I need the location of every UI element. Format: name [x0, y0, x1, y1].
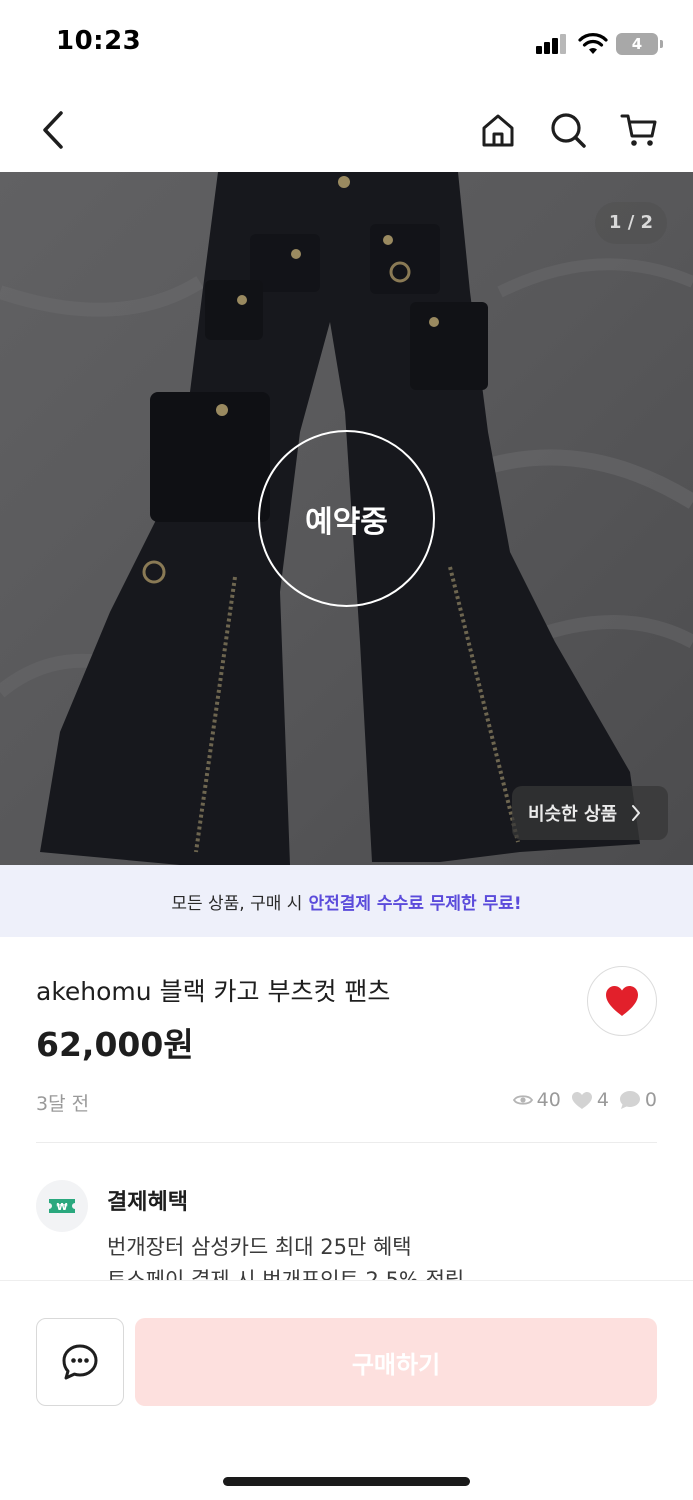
bottom-action-bar: 구매하기	[0, 1280, 693, 1500]
signal-icon	[536, 34, 568, 54]
chat-count: 0	[619, 1089, 657, 1111]
chat-button[interactable]	[36, 1318, 124, 1406]
similar-products-label: 비슷한 상품	[528, 804, 618, 825]
chevron-left-icon	[43, 111, 63, 149]
battery-indicator: 4	[616, 33, 663, 55]
home-icon	[482, 114, 514, 147]
heart-icon	[606, 986, 638, 1016]
like-count: 4	[571, 1089, 609, 1111]
reserved-status-badge: 예약중	[258, 430, 435, 607]
status-time: 10:23	[56, 26, 142, 56]
eye-icon	[512, 1095, 533, 1105]
promo-highlight: 안전결제 수수료 무제한 무료!	[308, 893, 522, 914]
view-count: 40	[512, 1089, 561, 1111]
search-icon	[551, 113, 586, 148]
top-nav-bar	[0, 88, 693, 172]
like-button[interactable]	[587, 966, 657, 1036]
product-price: 62,000원	[36, 1025, 194, 1064]
won-coupon-icon: ₩	[49, 1199, 75, 1213]
promo-text: 모든 상품, 구매 시	[171, 893, 303, 914]
image-counter: 1 / 2	[595, 202, 667, 244]
product-title: akehomu 블랙 카고 부츠컷 팬츠	[36, 977, 391, 1006]
view-count-value: 40	[536, 1089, 561, 1111]
cart-icon	[620, 114, 657, 146]
home-button[interactable]	[476, 108, 520, 152]
benefit-line-2: 토스페이 결제 시 번개포인트 2.5% 적립	[107, 1268, 465, 1280]
section-divider	[36, 1142, 657, 1143]
buy-button[interactable]: 구매하기	[135, 1318, 657, 1406]
chat-bubble-icon	[619, 1091, 640, 1109]
payment-benefit-icon: ₩	[36, 1180, 88, 1232]
chat-icon	[62, 1344, 98, 1380]
chevron-right-icon	[632, 805, 641, 821]
product-stats: 40 4 0	[512, 1089, 657, 1111]
benefit-line-1: 번개장터 삼성카드 최대 25만 혜택	[107, 1235, 412, 1259]
cart-button[interactable]	[617, 108, 661, 152]
home-indicator	[223, 1477, 470, 1486]
wifi-icon	[578, 32, 608, 60]
similar-products-button[interactable]: 비슷한 상품	[512, 786, 668, 840]
heart-outline-icon	[571, 1091, 592, 1109]
post-time: 3달 전	[36, 1093, 90, 1115]
product-image[interactable]: 1 / 2 예약중 비슷한 상품	[0, 172, 693, 865]
svg-text:₩: ₩	[56, 1202, 67, 1213]
chat-count-value: 0	[644, 1089, 657, 1111]
benefit-title: 결제혜택	[107, 1190, 188, 1215]
promo-banner[interactable]: 모든 상품, 구매 시 안전결제 수수료 무제한 무료!	[0, 865, 693, 937]
like-count-value: 4	[596, 1089, 609, 1111]
search-button[interactable]	[546, 108, 590, 152]
status-bar: 10:23 4	[0, 0, 693, 88]
back-button[interactable]	[32, 108, 76, 152]
